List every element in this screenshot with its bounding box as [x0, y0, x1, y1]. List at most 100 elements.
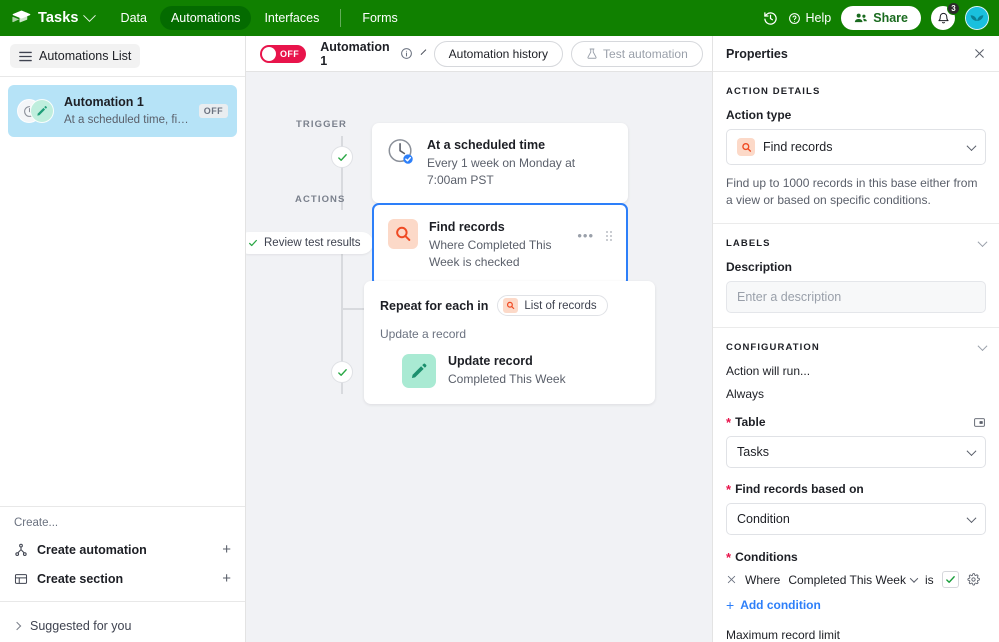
automations-list-label: Automations List — [39, 49, 132, 63]
trigger-status-node[interactable] — [331, 146, 353, 168]
suggested-divider — [0, 601, 245, 602]
trigger-card-text: At a scheduled time Every 1 week on Mond… — [427, 137, 614, 189]
create-section-button[interactable]: Create section + — [0, 564, 245, 593]
nav-item-automations[interactable]: Automations — [159, 6, 252, 30]
close-icon[interactable] — [973, 47, 986, 60]
labels-header: LABELS — [726, 237, 988, 249]
conditions-label: * Conditions — [726, 550, 986, 564]
required-marker: * — [726, 414, 732, 430]
automation-name[interactable]: Automation 1 — [320, 40, 389, 68]
left-sidebar: Automations List Automation 1 At a sched… — [0, 36, 246, 642]
magnifier-icon — [737, 138, 755, 156]
flow-canvas[interactable]: TRIGGER At a scheduled time Every 1 week… — [246, 72, 712, 642]
base-name[interactable]: Tasks — [38, 10, 79, 26]
avatar[interactable] — [965, 6, 989, 30]
chevron-down-icon[interactable] — [82, 8, 96, 22]
bell-icon — [937, 12, 949, 23]
create-automation-button[interactable]: Create automation + — [0, 535, 245, 564]
notifications-button[interactable]: 3 — [931, 2, 960, 30]
test-automation-button[interactable]: Test automation — [571, 40, 703, 67]
info-circle-icon[interactable] — [400, 47, 413, 60]
condition-value-checkbox[interactable] — [941, 571, 959, 588]
trigger-title: At a scheduled time — [427, 138, 546, 152]
automation-icons — [17, 99, 55, 123]
nav-item-interfaces[interactable]: Interfaces — [253, 6, 330, 30]
chevron-down-icon[interactable] — [977, 341, 988, 352]
sidebar-header: Automations List — [0, 36, 245, 76]
plus-icon[interactable]: + — [222, 571, 231, 586]
trigger-subtitle: Every 1 week on Monday at 7:00am PST — [427, 156, 576, 187]
main-nav: Data Automations Interfaces Forms — [110, 6, 409, 30]
drag-handle-icon[interactable] — [606, 230, 612, 241]
trigger-card[interactable]: At a scheduled time Every 1 week on Mond… — [372, 123, 628, 203]
ellipsis-icon[interactable]: ••• — [577, 229, 594, 242]
help-button[interactable]: Help — [788, 11, 831, 25]
update-record-title: Update record — [448, 354, 533, 368]
list-item-automation-1[interactable]: Automation 1 At a scheduled time, find r… — [8, 85, 237, 137]
update-record-card[interactable]: Update record Completed This Week — [380, 353, 639, 388]
find-records-title: Find records — [429, 220, 505, 234]
nav-divider — [340, 9, 342, 27]
based-on-value: Condition — [737, 512, 790, 526]
find-records-card[interactable]: Find records Where Completed This Week i… — [372, 203, 628, 287]
chevron-down-icon[interactable] — [420, 49, 426, 55]
expand-panel-icon[interactable] — [973, 416, 986, 429]
action-type-help-text: Find up to 1000 records in this base eit… — [726, 176, 978, 207]
top-bar: Tasks Data Automations Interfaces Forms … — [0, 0, 999, 36]
description-label: Description — [726, 260, 986, 274]
check-icon — [337, 153, 347, 161]
chevron-down-icon[interactable] — [977, 237, 988, 248]
action-type-select[interactable]: Find records — [726, 129, 986, 165]
condition-operator: is — [924, 572, 934, 587]
configuration-header: CONFIGURATION — [726, 341, 988, 353]
automation-enable-toggle[interactable]: OFF — [260, 44, 307, 63]
condition-field-select[interactable]: Completed This Week — [788, 573, 919, 587]
section-labels: LABELS Description — [713, 223, 999, 327]
share-button[interactable]: Share — [841, 6, 921, 30]
magnifier-icon — [503, 298, 519, 313]
toggle-knob — [262, 46, 276, 61]
description-input[interactable] — [726, 281, 986, 313]
list-of-records-chip[interactable]: List of records — [497, 295, 608, 316]
section-action-details: ACTION DETAILS Action type Find records … — [713, 72, 999, 223]
automation-node-icon — [15, 543, 27, 556]
based-on-label-text: Find records based on — [735, 482, 864, 496]
plus-icon[interactable]: + — [222, 542, 231, 557]
based-on-select[interactable]: Condition — [726, 503, 986, 535]
checkmark-icon — [945, 576, 955, 583]
action-type-value: Find records — [763, 140, 833, 154]
action-will-run-value: Always — [726, 387, 765, 401]
magnifier-icon — [388, 219, 418, 249]
properties-panel: Properties ACTION DETAILS Action type Fi… — [712, 36, 999, 642]
repeat-title: Repeat for each in — [380, 298, 489, 313]
repeat-card[interactable]: Repeat for each in List of records Updat… — [364, 281, 655, 404]
automations-list-button[interactable]: Automations List — [10, 44, 141, 68]
trigger-card-row: At a scheduled time Every 1 week on Mond… — [372, 123, 628, 203]
repeat-status-node[interactable] — [331, 361, 353, 383]
configuration-title: CONFIGURATION — [726, 342, 820, 353]
add-condition-button[interactable]: + Add condition — [726, 598, 986, 612]
nav-item-data[interactable]: Data — [110, 6, 158, 30]
footer-divider — [0, 506, 245, 507]
nav-item-forms[interactable]: Forms — [351, 6, 408, 30]
properties-header: Properties — [713, 36, 999, 72]
section-configuration: CONFIGURATION Action will run... Always … — [713, 327, 999, 642]
labels-title: LABELS — [726, 238, 771, 249]
automation-history-button[interactable]: Automation history — [433, 40, 564, 67]
repeat-subtitle: Update a record — [380, 327, 467, 341]
test-automation-label: Test automation — [603, 46, 688, 61]
review-test-results-pill[interactable]: Review test results — [246, 232, 373, 254]
history-icon[interactable] — [763, 11, 778, 26]
gear-icon[interactable] — [967, 573, 980, 586]
actions-section-label: ACTIONS — [295, 194, 346, 205]
chevron-right-icon — [12, 621, 22, 631]
sidebar-footer: Create... Create automation + Create sec… — [0, 496, 245, 642]
remove-condition-icon[interactable] — [726, 574, 737, 585]
find-records-subtitle: Where Completed This Week is checked — [429, 238, 552, 269]
table-select[interactable]: Tasks — [726, 436, 986, 468]
airtable-logo-icon[interactable] — [8, 5, 34, 31]
notification-badge: 3 — [947, 2, 960, 15]
find-records-row: Find records Where Completed This Week i… — [374, 205, 626, 285]
suggested-for-you-row[interactable]: Suggested for you — [0, 610, 245, 642]
flow-diagram: TRIGGER At a scheduled time Every 1 week… — [246, 72, 712, 642]
